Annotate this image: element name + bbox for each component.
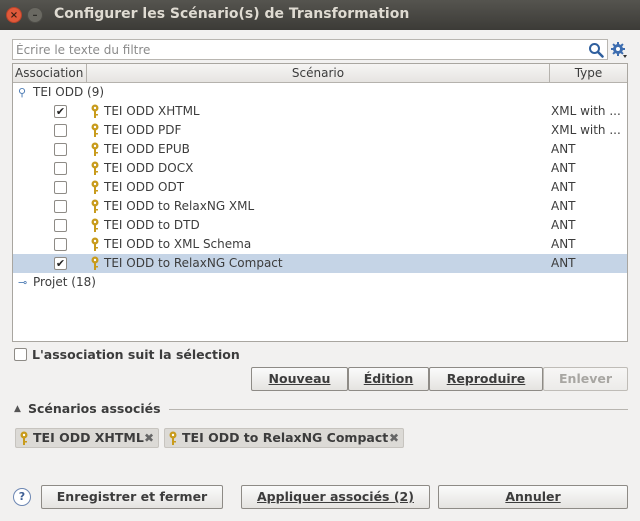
- duplicate-button[interactable]: Reproduire: [429, 367, 543, 391]
- association-checkbox[interactable]: [54, 162, 67, 175]
- column-header-association[interactable]: Association: [13, 64, 87, 82]
- scenario-key-icon: [91, 180, 99, 194]
- group-row-projet[interactable]: ⊸ Projet (18): [13, 273, 627, 292]
- scenario-key-icon: [91, 256, 99, 270]
- window-title: Configurer les Scénario(s) de Transforma…: [54, 6, 410, 22]
- associated-tag: TEI ODD to RelaxNG Compact ✖: [164, 428, 404, 448]
- filter-box: [12, 39, 608, 60]
- close-window-button[interactable]: ×: [6, 7, 22, 23]
- cancel-button[interactable]: Annuler: [438, 485, 628, 509]
- table-row[interactable]: TEI ODD EPUB ANT: [13, 140, 627, 159]
- new-button[interactable]: Nouveau: [251, 367, 348, 391]
- association-checkbox[interactable]: ✔: [54, 257, 67, 270]
- table-row-selected[interactable]: ✔ TEI ODD to RelaxNG Compact ANT: [13, 254, 627, 273]
- scenario-key-icon: [169, 431, 177, 445]
- filter-input[interactable]: [13, 40, 583, 59]
- table-row[interactable]: TEI ODD to DTD ANT: [13, 216, 627, 235]
- table-row[interactable]: TEI ODD to XML Schema ANT: [13, 235, 627, 254]
- table-row[interactable]: TEI ODD to RelaxNG XML ANT: [13, 197, 627, 216]
- table-header: Association Scénario Type: [13, 64, 627, 83]
- association-checkbox[interactable]: [54, 200, 67, 213]
- scenario-key-icon: [91, 237, 99, 251]
- table-row[interactable]: TEI ODD DOCX ANT: [13, 159, 627, 178]
- scenario-name: TEI ODD to DTD: [104, 218, 200, 232]
- scenario-name: TEI ODD DOCX: [104, 161, 194, 175]
- scenario-name: TEI ODD EPUB: [104, 142, 190, 156]
- collapse-pin-icon[interactable]: ⊸: [18, 273, 27, 292]
- scenario-name: TEI ODD PDF: [104, 123, 182, 137]
- search-icon[interactable]: [588, 42, 604, 58]
- follow-selection-label: L'association suit la sélection: [32, 347, 240, 362]
- scenario-name: TEI ODD to XML Schema: [104, 237, 252, 251]
- settings-gear-icon[interactable]: [610, 41, 628, 59]
- scenario-key-icon: [91, 123, 99, 137]
- section-title: Scénarios associés: [28, 401, 161, 416]
- group-row-tei-odd[interactable]: ⚲ TEI ODD (9): [13, 83, 627, 102]
- save-and-close-button[interactable]: Enregistrer et fermer: [41, 485, 223, 509]
- scenario-key-icon: [91, 161, 99, 175]
- scenario-key-icon: [91, 104, 99, 118]
- expand-pin-icon[interactable]: ⚲: [18, 83, 26, 102]
- remove-tag-icon[interactable]: ✖: [389, 429, 399, 447]
- group-label: TEI ODD (9): [33, 85, 105, 99]
- scenario-type: ANT: [551, 161, 576, 175]
- column-header-type[interactable]: Type: [550, 64, 627, 82]
- scenario-name: TEI ODD to RelaxNG Compact: [104, 256, 283, 270]
- association-checkbox[interactable]: ✔: [54, 105, 67, 118]
- title-bar: × – Configurer les Scénario(s) de Transf…: [0, 0, 640, 30]
- table-row[interactable]: TEI ODD ODT ANT: [13, 178, 627, 197]
- scenario-key-icon: [91, 199, 99, 213]
- tag-label: TEI ODD to RelaxNG Compact: [182, 430, 389, 445]
- group-label: Projet (18): [33, 275, 96, 289]
- scenario-type: ANT: [551, 199, 576, 213]
- scenario-key-icon: [91, 142, 99, 156]
- association-checkbox[interactable]: [54, 143, 67, 156]
- table-row[interactable]: TEI ODD PDF XML with ...: [13, 121, 627, 140]
- scenario-key-icon: [20, 431, 28, 445]
- divider: [169, 409, 628, 410]
- scenario-type: ANT: [551, 142, 576, 156]
- collapse-triangle-icon[interactable]: ▲: [14, 404, 21, 414]
- scenario-type: XML with ...: [551, 104, 621, 118]
- scenario-name: TEI ODD ODT: [104, 180, 185, 194]
- table-row[interactable]: ✔ TEI ODD XHTML XML with ...: [13, 102, 627, 121]
- associated-section-header[interactable]: ▲ Scénarios associés: [14, 401, 628, 419]
- associated-tag: TEI ODD XHTML ✖: [15, 428, 159, 448]
- scenario-type: XML with ...: [551, 123, 621, 137]
- scenario-name: TEI ODD to RelaxNG XML: [104, 199, 255, 213]
- apply-associated-button[interactable]: Appliquer associés (2): [241, 485, 430, 509]
- scenario-type: ANT: [551, 218, 576, 232]
- edit-button[interactable]: Édition: [348, 367, 429, 391]
- association-checkbox[interactable]: [54, 124, 67, 137]
- tag-label: TEI ODD XHTML: [33, 430, 144, 445]
- column-header-scenario[interactable]: Scénario: [87, 64, 550, 82]
- help-icon[interactable]: ?: [13, 488, 31, 506]
- scenario-type: ANT: [551, 237, 576, 251]
- scenario-key-icon: [91, 218, 99, 232]
- association-checkbox[interactable]: [54, 181, 67, 194]
- scenario-name: TEI ODD XHTML: [104, 104, 200, 118]
- association-checkbox[interactable]: [54, 238, 67, 251]
- scenario-type: ANT: [551, 180, 576, 194]
- scenario-table: Association Scénario Type ⚲ TEI ODD (9) …: [12, 63, 628, 342]
- scenario-type: ANT: [551, 256, 576, 270]
- association-checkbox[interactable]: [54, 219, 67, 232]
- follow-selection-checkbox[interactable]: [14, 348, 27, 361]
- remove-button[interactable]: Enlever: [543, 367, 628, 391]
- remove-tag-icon[interactable]: ✖: [144, 429, 154, 447]
- minimize-window-button[interactable]: –: [27, 7, 43, 23]
